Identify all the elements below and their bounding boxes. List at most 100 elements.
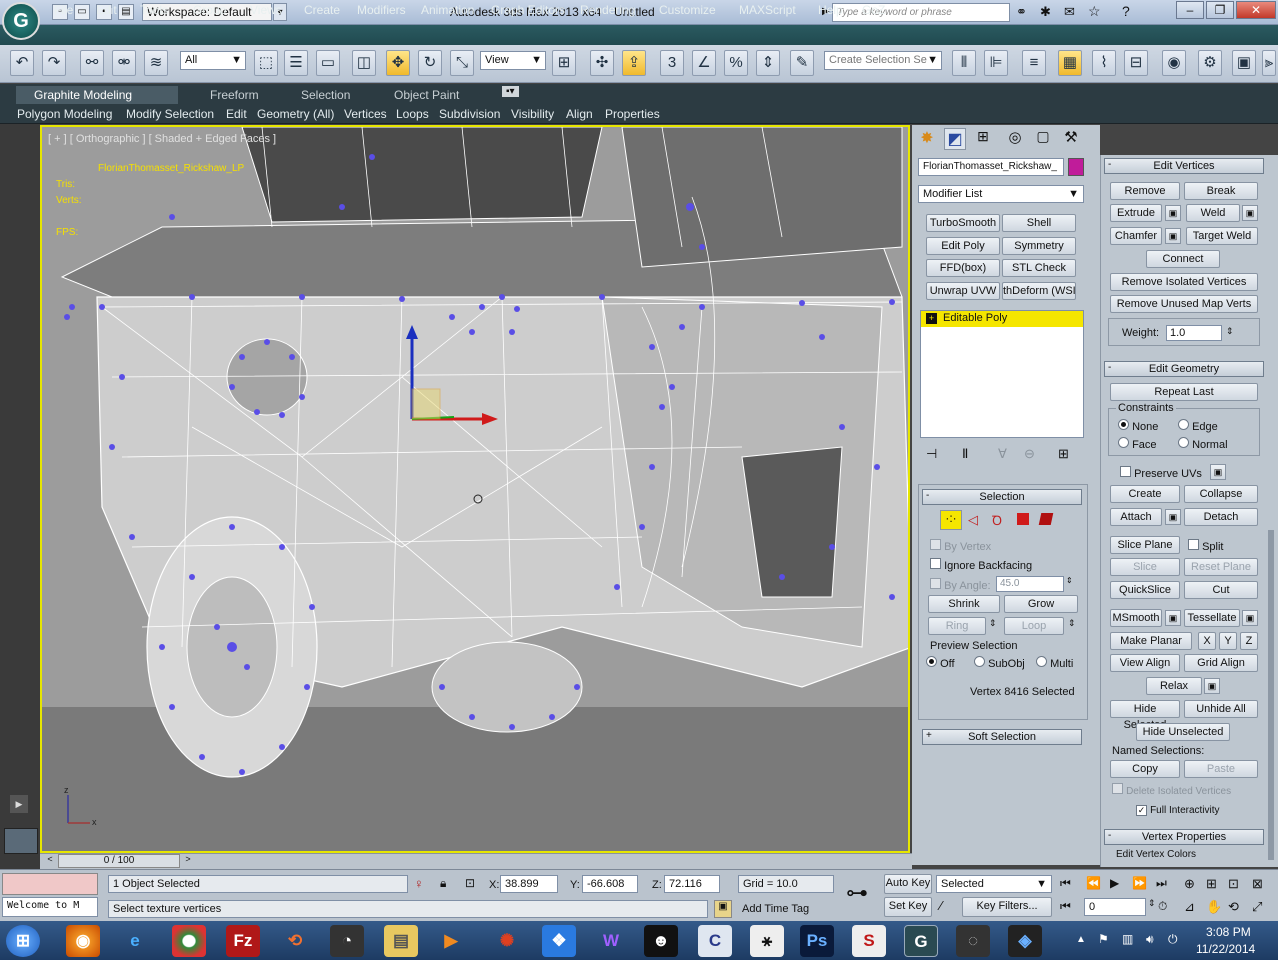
by-angle-field[interactable]: 45.0: [996, 576, 1064, 592]
search-input[interactable]: Type a keyword or phrase: [832, 3, 1010, 22]
motion-tab-icon[interactable]: ◎: [1004, 128, 1026, 150]
menu-graph-editors[interactable]: Graph Editors: [491, 3, 565, 17]
set-key-button[interactable]: Set Key: [884, 897, 932, 917]
window-crossing-icon[interactable]: ◫: [352, 50, 376, 76]
dropbox-icon[interactable]: ❖: [542, 925, 576, 957]
selection-filter-dropdown[interactable]: All ▼: [180, 51, 246, 70]
time-prev-icon[interactable]: <: [44, 854, 56, 868]
edit-named-selection-icon[interactable]: ✎: [790, 50, 814, 76]
key-filters-button[interactable]: Key Filters...: [962, 897, 1052, 917]
pivot-center-icon[interactable]: ⊞: [552, 50, 576, 76]
file-explorer-icon[interactable]: ▤: [384, 925, 418, 957]
attach-button[interactable]: Attach: [1110, 508, 1162, 526]
menu-views[interactable]: Views: [250, 3, 282, 17]
maxscript-listener-output[interactable]: [2, 873, 98, 895]
keyboard-shortcut-override-icon[interactable]: ⇪: [622, 50, 646, 76]
collapse-icon[interactable]: -: [926, 490, 929, 501]
preview-multi-row[interactable]: Multi: [1036, 656, 1073, 670]
orthographic-viewport[interactable]: z x [ + ] [ Orthographic ] [ Shaded + Ed…: [40, 125, 910, 853]
create-button[interactable]: Create: [1110, 485, 1180, 503]
orbit-icon[interactable]: ⟲: [1228, 899, 1239, 915]
quickslice-button[interactable]: QuickSlice: [1110, 581, 1180, 599]
maximize-viewport-icon[interactable]: ⤢: [1252, 899, 1262, 915]
delete-isolated-row[interactable]: Delete Isolated Vertices: [1112, 783, 1231, 797]
msmooth-settings-icon[interactable]: ▣: [1165, 610, 1181, 626]
absolute-transform-icon[interactable]: ⊡: [465, 876, 475, 890]
sync-app-icon[interactable]: ⟲: [278, 925, 312, 957]
chrome-icon[interactable]: [172, 925, 206, 957]
y-coordinate-field[interactable]: -66.608: [582, 875, 638, 893]
viewport-label[interactable]: [ + ] [ Orthographic ] [ Shaded + Edged …: [48, 133, 276, 145]
by-vertex-row[interactable]: By Vertex: [930, 539, 991, 553]
add-time-tag-label[interactable]: Add Time Tag: [742, 903, 809, 915]
panel-subdivision[interactable]: Subdivision: [439, 107, 500, 121]
app-icon-ring[interactable]: ◌: [956, 925, 990, 957]
go-to-start-icon[interactable]: ⏮: [1060, 876, 1071, 891]
hide-unselected-button[interactable]: Hide Unselected: [1136, 723, 1230, 741]
unhide-all-button[interactable]: Unhide All: [1184, 700, 1258, 718]
clock-date[interactable]: 11/22/2014: [1196, 942, 1255, 956]
preview-off-row[interactable]: Off: [926, 656, 955, 670]
clock-time[interactable]: 3:08 PM: [1206, 925, 1251, 939]
percent-snap-icon[interactable]: %: [724, 50, 748, 76]
graphite-toggle-icon[interactable]: ▦: [1058, 50, 1082, 76]
render-production-icon[interactable]: ⫸: [1262, 50, 1276, 76]
connect-button[interactable]: Connect: [1146, 250, 1220, 268]
windows-start-icon[interactable]: ⊞: [6, 925, 40, 957]
ring-button[interactable]: Ring: [928, 617, 986, 635]
chamfer-settings-icon[interactable]: ▣: [1165, 228, 1181, 244]
remove-unused-map-verts-button[interactable]: Remove Unused Map Verts: [1110, 295, 1258, 313]
create-tab-icon[interactable]: ✸: [916, 128, 938, 150]
constraint-normal-row[interactable]: Normal: [1178, 437, 1228, 451]
collapse-icon[interactable]: -: [1108, 830, 1111, 841]
grow-button[interactable]: Grow: [1004, 595, 1078, 613]
weight-spinner-icon[interactable]: ⇕: [1226, 326, 1234, 337]
go-to-end-icon[interactable]: ⏭: [1156, 876, 1167, 891]
select-scale-icon[interactable]: ⤡: [450, 50, 474, 76]
time-next-icon[interactable]: >: [182, 854, 194, 868]
network-icon[interactable]: ▥: [1122, 932, 1133, 946]
rollout-scrollbar[interactable]: [1268, 530, 1274, 860]
panel-align[interactable]: Align: [566, 107, 593, 121]
expand-icon[interactable]: +: [926, 730, 932, 741]
pan-view-icon[interactable]: ✋: [1206, 899, 1222, 915]
ribbon-options-icon[interactable]: ▪▾: [502, 86, 519, 97]
grid-align-button[interactable]: Grid Align: [1184, 654, 1258, 672]
remove-isolated-vertices-button[interactable]: Remove Isolated Vertices: [1110, 273, 1258, 291]
3dsmax-taskbar-icon[interactable]: G: [904, 925, 938, 957]
polygon-mode-icon[interactable]: [1017, 513, 1029, 525]
key-mode-dropdown[interactable]: Selected ▼: [936, 875, 1052, 893]
show-end-result-icon[interactable]: Ⅱ: [962, 446, 968, 462]
constraint-none-radio[interactable]: [1118, 419, 1129, 430]
object-name-field[interactable]: FlorianThomasset_Rickshaw_: [918, 158, 1064, 176]
relax-settings-icon[interactable]: ▣: [1204, 678, 1220, 694]
border-mode-icon[interactable]: Ꝺ: [992, 511, 1002, 529]
layer-manager-icon[interactable]: ≡: [1022, 50, 1046, 76]
split-checkbox[interactable]: [1188, 539, 1199, 550]
material-editor-icon[interactable]: ◉: [1162, 50, 1186, 76]
spinner-snap-icon[interactable]: ⇕: [756, 50, 780, 76]
isolate-selection-icon[interactable]: ♀: [414, 876, 424, 891]
vertex-properties-header[interactable]: Vertex Properties: [1104, 829, 1264, 845]
target-weld-button[interactable]: Target Weld: [1186, 227, 1258, 245]
weld-settings-icon[interactable]: ▣: [1242, 205, 1258, 221]
preserve-uvs-row[interactable]: Preserve UVs: [1120, 466, 1202, 480]
minimize-button[interactable]: –: [1176, 1, 1204, 19]
panel-modify-selection[interactable]: Modify Selection: [126, 107, 214, 121]
render-setup-icon[interactable]: ⚙: [1198, 50, 1222, 76]
symmetry-button[interactable]: Symmetry: [1002, 237, 1076, 255]
collapse-icon[interactable]: -: [1108, 362, 1111, 373]
snaps-toggle-icon[interactable]: 3: [660, 50, 684, 76]
make-planar-button[interactable]: Make Planar: [1110, 632, 1192, 650]
view-align-button[interactable]: View Align: [1110, 654, 1180, 672]
break-button[interactable]: Break: [1184, 182, 1258, 200]
expand-icon[interactable]: +: [926, 313, 937, 324]
constraint-none-row[interactable]: None: [1118, 419, 1158, 433]
edit-poly-button[interactable]: Edit Poly: [926, 237, 1000, 255]
constraint-normal-radio[interactable]: [1178, 437, 1189, 448]
help-icon[interactable]: ?: [1122, 3, 1130, 19]
constraint-edge-radio[interactable]: [1178, 419, 1189, 430]
preserve-uvs-settings-icon[interactable]: ▣: [1210, 464, 1226, 480]
turbosmooth-button[interactable]: TurboSmooth: [926, 214, 1000, 232]
binoculars-icon[interactable]: ⚭: [1016, 4, 1027, 20]
